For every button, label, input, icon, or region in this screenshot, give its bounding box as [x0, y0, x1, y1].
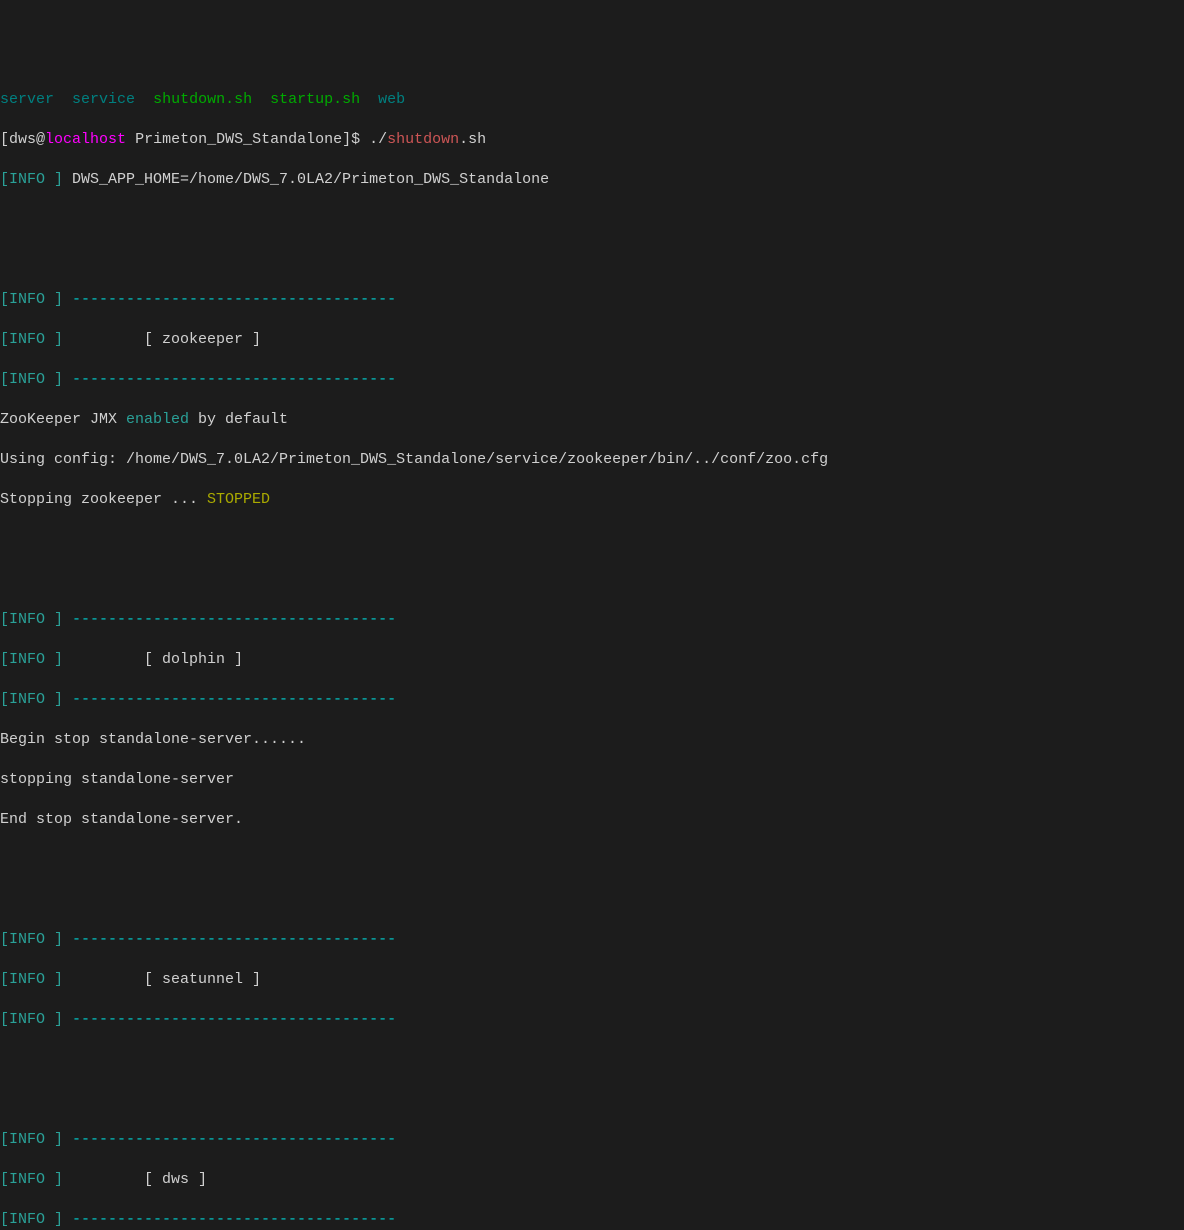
dolphin-end-line: End stop standalone-server. [0, 810, 1184, 830]
divider-line: [INFO ] --------------------------------… [0, 1010, 1184, 1030]
divider-line: [INFO ] --------------------------------… [0, 930, 1184, 950]
divider-line: [INFO ] --------------------------------… [0, 690, 1184, 710]
zk-config-line: Using config: /home/DWS_7.0LA2/Primeton_… [0, 450, 1184, 470]
dolphin-begin-line: Begin stop standalone-server...... [0, 730, 1184, 750]
blank-line [0, 250, 1184, 270]
blank-line [0, 890, 1184, 910]
section-title-zookeeper: [INFO ] [ zookeeper ] [0, 330, 1184, 350]
dolphin-stopping-line: stopping standalone-server [0, 770, 1184, 790]
divider-line: [INFO ] --------------------------------… [0, 290, 1184, 310]
prompt-line-1[interactable]: [dws@localhost Primeton_DWS_Standalone]$… [0, 130, 1184, 150]
blank-line [0, 850, 1184, 870]
terminal-output: server service shutdown.sh startup.sh we… [0, 80, 1184, 1230]
info-app-home: [INFO ] DWS_APP_HOME=/home/DWS_7.0LA2/Pr… [0, 170, 1184, 190]
blank-line [0, 210, 1184, 230]
zk-stopping-line: Stopping zookeeper ... STOPPED [0, 490, 1184, 510]
top-cut-line: server service shutdown.sh startup.sh we… [0, 90, 1184, 110]
divider-line: [INFO ] --------------------------------… [0, 370, 1184, 390]
section-title-dws: [INFO ] [ dws ] [0, 1170, 1184, 1190]
section-title-seatunnel: [INFO ] [ seatunnel ] [0, 970, 1184, 990]
blank-line [0, 570, 1184, 590]
zk-jmx-line: ZooKeeper JMX enabled by default [0, 410, 1184, 430]
blank-line [0, 530, 1184, 550]
section-title-dolphin: [INFO ] [ dolphin ] [0, 650, 1184, 670]
divider-line: [INFO ] --------------------------------… [0, 1210, 1184, 1230]
blank-line [0, 1090, 1184, 1110]
divider-line: [INFO ] --------------------------------… [0, 610, 1184, 630]
divider-line: [INFO ] --------------------------------… [0, 1130, 1184, 1150]
blank-line [0, 1050, 1184, 1070]
